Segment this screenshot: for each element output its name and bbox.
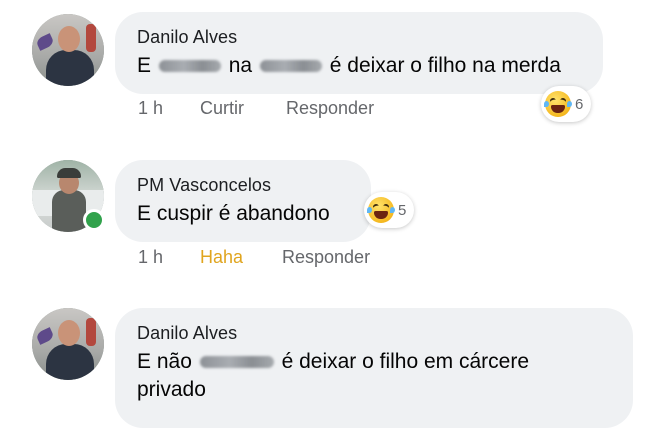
comment-text-part: E não <box>137 350 192 373</box>
haha-emoji-icon <box>367 197 395 223</box>
haha-emoji-icon <box>544 91 572 117</box>
avatar[interactable] <box>32 14 104 86</box>
comment-actions: 1 h Curtir Responder <box>138 98 438 122</box>
reaction-summary[interactable]: 6 <box>541 86 592 122</box>
comment-author[interactable]: Danilo Alves <box>137 322 611 344</box>
comment-bubble: Danilo Alves E não é deixar o filho em c… <box>115 308 633 428</box>
reaction-count: 6 <box>575 95 584 113</box>
comment-text: E na é deixar o filho na merda <box>137 52 581 80</box>
comment-bubble: Danilo Alves E na é deixar o filho na me… <box>115 12 603 94</box>
haha-button[interactable]: Haha <box>200 247 243 268</box>
avatar[interactable] <box>32 308 104 380</box>
like-button[interactable]: Curtir <box>200 98 244 119</box>
online-status-icon <box>83 209 105 231</box>
comment-text-part: privado <box>137 378 206 401</box>
redaction-blur <box>259 60 322 73</box>
redaction-blur <box>158 60 221 73</box>
comment-text-part: é deixar o filho na merda <box>329 54 561 77</box>
reaction-count: 5 <box>398 201 407 219</box>
comment-text: E cuspir é abandono <box>137 202 330 225</box>
reply-button[interactable]: Responder <box>282 247 370 268</box>
comment-time[interactable]: 1 h <box>138 98 163 119</box>
reply-button[interactable]: Responder <box>286 98 374 119</box>
comment-bubble: PM Vasconcelos E cuspir é abandono <box>115 160 371 242</box>
comment-author[interactable]: Danilo Alves <box>137 26 581 48</box>
comment-text-part: é deixar o filho em cárcere <box>281 350 530 373</box>
comment-actions: 1 h Haha Responder <box>138 247 438 271</box>
reaction-summary[interactable]: 5 <box>364 192 415 228</box>
comment-time[interactable]: 1 h <box>138 247 163 268</box>
comment-text-part: E <box>137 54 152 77</box>
comment-text: E não é deixar o filho em cárcere privad… <box>137 348 611 404</box>
comment-text-part: na <box>228 54 253 77</box>
comment-author[interactable]: PM Vasconcelos <box>137 174 349 196</box>
redaction-blur <box>199 356 274 369</box>
